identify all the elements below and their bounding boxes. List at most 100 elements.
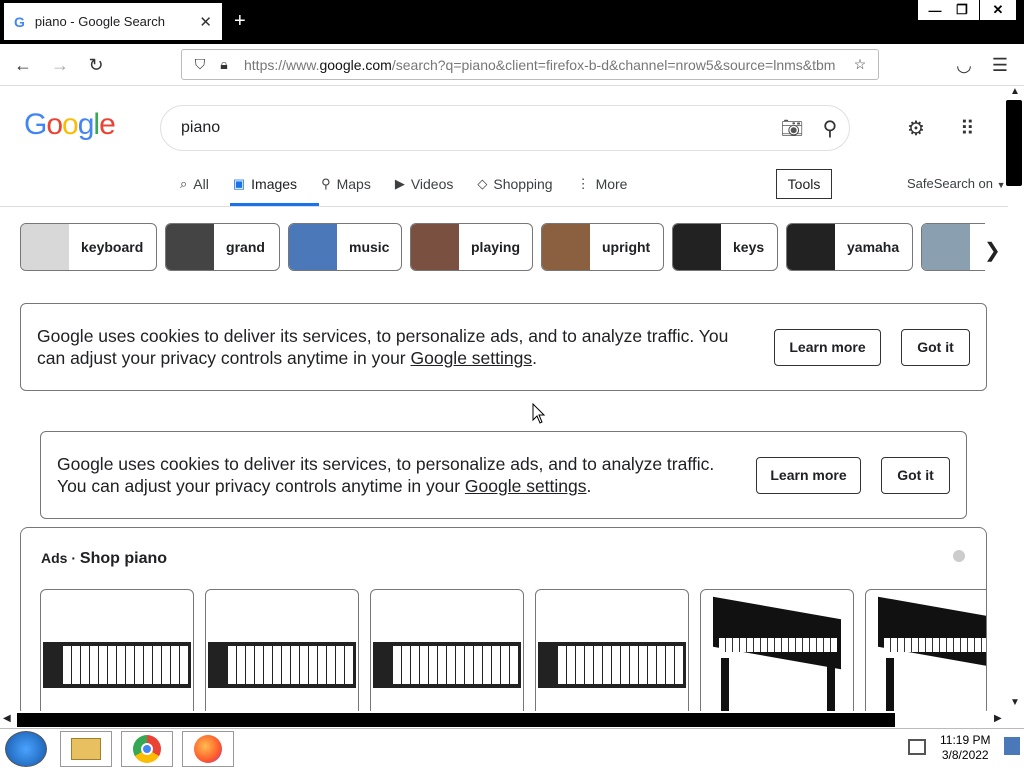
chrome-button[interactable] — [121, 731, 173, 767]
new-tab-button[interactable]: + — [234, 10, 246, 33]
tab-label: All — [193, 176, 209, 192]
chip-more[interactable] — [921, 223, 985, 271]
cookie-banner: Google uses cookies to deliver its servi… — [20, 303, 987, 391]
tab-maps[interactable]: ⚲ Maps — [321, 172, 371, 196]
reload-button[interactable]: ↻ — [83, 52, 109, 78]
file-explorer-button[interactable] — [60, 731, 112, 767]
network-icon[interactable] — [908, 739, 926, 755]
ads-label: Ads — [41, 550, 68, 566]
tab-images[interactable]: ▣ Images — [233, 172, 297, 196]
chip-music[interactable]: music — [288, 223, 402, 271]
chip-thumbnail — [673, 224, 721, 270]
tab-videos[interactable]: ▶ Videos — [395, 172, 454, 196]
url-text: https://www.google.com/search?q=piano&cl… — [244, 57, 848, 73]
pocket-button[interactable]: ◡ — [951, 52, 977, 78]
bookmark-star-icon[interactable]: ☆ — [848, 56, 872, 73]
browser-tab[interactable]: G piano - Google Search ✕ — [4, 3, 222, 40]
tab-label: Videos — [410, 176, 454, 192]
search-box[interactable]: piano 📷︎ ⚲ — [160, 105, 850, 151]
product-card[interactable] — [205, 589, 359, 717]
chip-label: music — [349, 239, 390, 255]
firefox-button[interactable] — [182, 731, 234, 767]
lock-icon[interactable]: 🔒︎ — [212, 56, 236, 73]
google-settings-link[interactable]: Google settings — [465, 476, 587, 496]
url-prefix: https://www. — [244, 56, 320, 73]
tab-label: Shopping — [493, 176, 553, 192]
tools-button[interactable]: Tools — [776, 169, 832, 199]
back-arrow-icon: ← — [14, 54, 32, 75]
clock-date: 3/8/2022 — [941, 748, 989, 762]
product-card[interactable] — [700, 589, 854, 717]
product-image — [866, 590, 986, 717]
chip-grand[interactable]: grand — [165, 223, 280, 271]
product-card[interactable] — [370, 589, 524, 717]
got-it-button[interactable]: Got it — [901, 328, 970, 366]
chip-upright[interactable]: upright — [541, 223, 664, 271]
show-desktop-icon[interactable] — [1004, 737, 1020, 755]
hamburger-menu-icon: ☰ — [991, 54, 1009, 75]
google-logo[interactable]: Google — [24, 108, 116, 142]
settings-gear-icon[interactable]: ⚙ — [907, 116, 925, 141]
chip-playing[interactable]: playing — [410, 223, 533, 271]
chip-label: playing — [471, 239, 521, 255]
chip-label: yamaha — [847, 239, 900, 255]
url-bar[interactable]: ⛉ 🔒︎ https://www.google.com/search?q=pia… — [181, 49, 879, 80]
cookie-text: Google uses cookies to deliver its servi… — [37, 326, 729, 368]
cookie-text: Google uses cookies to deliver its servi… — [57, 454, 715, 496]
ads-separator: · — [71, 550, 77, 566]
chip-thumbnail — [166, 224, 214, 270]
search-icon[interactable]: ⚲ — [811, 116, 849, 141]
learn-more-button[interactable]: Learn more — [774, 328, 881, 366]
apps-grid-icon[interactable]: ⠿ — [960, 116, 975, 141]
restore-button[interactable]: ❐ — [945, 0, 979, 20]
safesearch-toggle[interactable]: SafeSearch on ▼ — [907, 176, 1006, 191]
scroll-up-icon[interactable]: ▲ — [1010, 86, 1020, 97]
scroll-right-icon[interactable]: ▶ — [994, 713, 1002, 724]
google-favicon-icon: G — [14, 13, 25, 30]
scroll-left-icon[interactable]: ◀ — [3, 713, 11, 724]
chips-next-icon[interactable]: ❯ — [984, 238, 1001, 263]
tab-shopping[interactable]: ◇ Shopping — [477, 172, 552, 196]
search-icon: ⌕ — [180, 176, 188, 191]
windows-start-icon[interactable] — [5, 731, 47, 767]
shield-icon[interactable]: ⛉ — [188, 56, 212, 73]
images-icon: ▣ — [232, 176, 246, 191]
chip-keys[interactable]: keys — [672, 223, 778, 271]
search-input[interactable]: piano — [181, 119, 773, 137]
product-image — [701, 590, 853, 717]
map-pin-icon: ⚲ — [321, 176, 331, 191]
back-button[interactable]: ← — [10, 52, 36, 78]
tab-more[interactable]: ⋮ More — [577, 172, 628, 196]
tab-all[interactable]: ⌕ All — [180, 172, 209, 196]
google-settings-link[interactable]: Google settings — [411, 348, 533, 368]
cookie-banner: Google uses cookies to deliver its servi… — [40, 431, 967, 519]
product-card[interactable] — [865, 589, 986, 717]
cookie-message: Google uses cookies to deliver its servi… — [37, 325, 754, 369]
menu-button[interactable]: ☰ — [987, 52, 1013, 78]
horizontal-scroll-thumb[interactable] — [17, 713, 895, 727]
chip-thumbnail — [542, 224, 590, 270]
tab-label: More — [595, 176, 628, 192]
chip-keyboard[interactable]: keyboard — [20, 223, 157, 271]
close-window-button[interactable]: ✕ — [980, 0, 1016, 20]
url-path: /search?q=piano&client=firefox-b-d&chann… — [391, 56, 836, 73]
pocket-icon: ◡ — [956, 54, 972, 75]
cookie-text-end: . — [532, 348, 537, 368]
chip-thumbnail — [787, 224, 835, 270]
chip-yamaha[interactable]: yamaha — [786, 223, 913, 271]
more-vert-icon: ⋮ — [576, 176, 590, 191]
close-tab-icon[interactable]: ✕ — [199, 13, 212, 31]
scroll-down-icon[interactable]: ▼ — [1010, 697, 1020, 708]
forward-button[interactable]: → — [47, 52, 73, 78]
learn-more-button[interactable]: Learn more — [756, 456, 861, 494]
system-clock[interactable]: 11:19 PM 3/8/2022 — [940, 733, 990, 763]
tab-label: Maps — [336, 176, 371, 192]
product-card[interactable] — [40, 589, 194, 717]
info-icon[interactable] — [953, 550, 965, 562]
product-card[interactable] — [535, 589, 689, 717]
chip-label: upright — [602, 239, 651, 255]
got-it-button[interactable]: Got it — [881, 456, 950, 494]
camera-icon[interactable]: 📷︎ — [773, 118, 811, 139]
chip-thumbnail — [411, 224, 459, 270]
vertical-scroll-thumb[interactable] — [1006, 100, 1022, 186]
